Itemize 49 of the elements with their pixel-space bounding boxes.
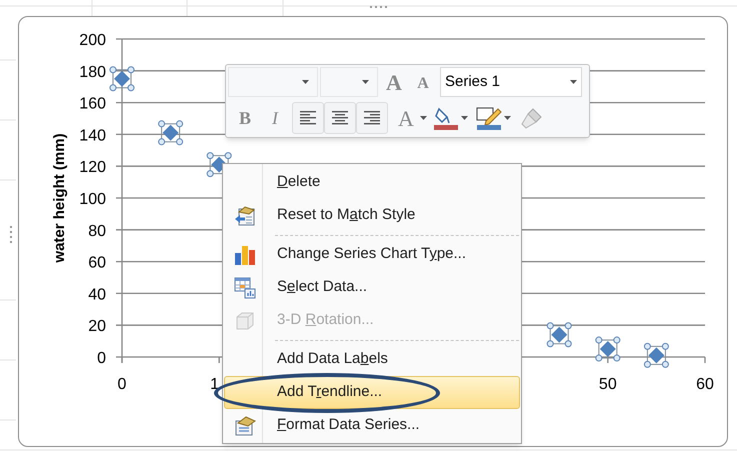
resize-handle-icon[interactable] xyxy=(10,226,12,243)
menu-item[interactable]: Format Data Series... xyxy=(224,409,520,442)
menu-item[interactable]: Delete xyxy=(224,166,520,199)
table-icon xyxy=(234,276,256,298)
axis-tick-label: 100 xyxy=(79,191,106,208)
caret-icon xyxy=(504,116,511,120)
axis-tick-label: 140 xyxy=(79,127,106,144)
pencil-icon[interactable] xyxy=(476,105,502,131)
axis-tick-label: 0 xyxy=(118,376,126,393)
axis-tick-label: 120 xyxy=(79,159,106,176)
menu-item[interactable]: Change Series Chart Type... xyxy=(224,238,520,271)
data-point[interactable] xyxy=(546,322,572,348)
menu-item[interactable]: Add Data Labels xyxy=(224,343,520,376)
axis-tick-label: 200 xyxy=(79,32,106,49)
sheet-format-icon xyxy=(234,416,256,436)
axis-tick-label: 20 xyxy=(88,318,106,336)
cube-icon xyxy=(234,310,256,332)
caret-icon xyxy=(362,80,369,84)
caret-icon xyxy=(420,116,427,120)
data-point[interactable] xyxy=(595,336,620,362)
axis-tick-label: 160 xyxy=(79,96,106,113)
axis-tick-label: 50 xyxy=(598,376,617,393)
series-dropdown[interactable]: Series 1 xyxy=(440,67,582,97)
axis-tick-label: 1 xyxy=(210,376,220,393)
align-left-icon xyxy=(299,110,317,126)
axis-tick-label: 180 xyxy=(79,64,106,81)
data-point[interactable] xyxy=(644,342,669,368)
menu-item[interactable]: Select Data... xyxy=(224,271,520,304)
axis-tick-label: 60 xyxy=(88,254,106,272)
resize-handle-icon[interactable] xyxy=(370,6,387,8)
align-right-button[interactable] xyxy=(356,102,388,134)
caret-icon xyxy=(570,80,577,84)
caret-icon xyxy=(461,116,468,120)
axis-tick-label: 40 xyxy=(88,286,106,304)
align-left-button[interactable] xyxy=(292,102,324,134)
bar-chart-icon xyxy=(234,244,256,266)
axis-tick-label: 60 xyxy=(696,376,714,393)
data-point[interactable] xyxy=(110,66,134,92)
sheet-arrow-icon xyxy=(234,206,256,226)
fill-bucket-icon[interactable] xyxy=(433,105,459,131)
data-point[interactable] xyxy=(158,120,184,146)
axis-title: water height (mm) xyxy=(51,133,68,263)
axis-tick-label: 80 xyxy=(88,222,106,240)
align-center-icon xyxy=(331,110,349,126)
align-center-button[interactable] xyxy=(324,102,356,134)
menu-item[interactable]: Reset to Match Style xyxy=(224,199,520,232)
axis-tick-label: 0 xyxy=(97,350,106,367)
caret-icon xyxy=(302,80,309,84)
align-right-icon xyxy=(363,110,381,126)
